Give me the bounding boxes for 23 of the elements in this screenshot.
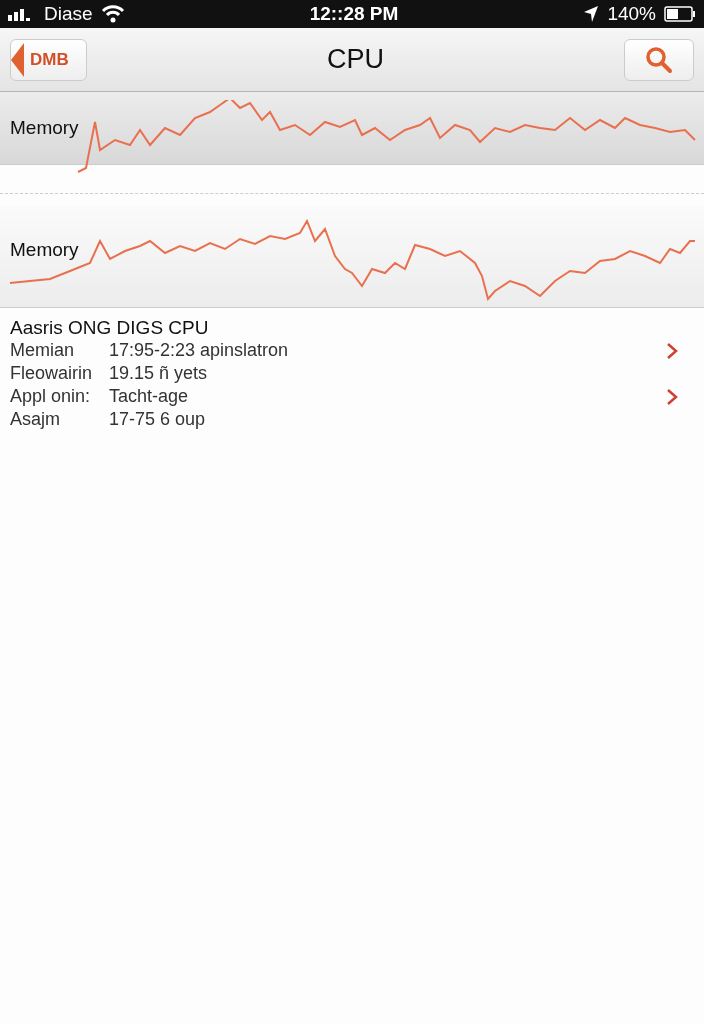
- chevron-right-icon[interactable]: [666, 341, 678, 360]
- graph-label: Memory: [10, 238, 79, 262]
- detail-label: Appl onin:: [10, 385, 92, 408]
- chevron-right-icon[interactable]: [666, 387, 678, 406]
- search-button[interactable]: [624, 38, 694, 81]
- search-icon: [645, 45, 673, 74]
- detail-heading: Aasris ONG DIGS CPU: [10, 316, 210, 339]
- detail-value: 19.15 ñ yets: [109, 362, 208, 385]
- screen-title: CPU: [327, 43, 384, 77]
- detail-label: Asajm: [10, 408, 61, 431]
- detail-value: 17:95-2:23 apinslatron: [109, 339, 289, 362]
- wifi-icon: [100, 5, 125, 23]
- location-arrow-icon: [583, 5, 600, 23]
- status-time: 12::28 PM: [309, 1, 399, 26]
- detail-value: 17-75 6 oup: [109, 408, 206, 431]
- carrier-name: Diase: [44, 1, 93, 26]
- detail-label: Memian: [10, 339, 76, 362]
- graph-label: Memory: [10, 116, 79, 140]
- back-button[interactable]: DMB: [10, 38, 87, 81]
- detail-value: Tacht-age: [109, 385, 189, 408]
- battery-percent: 140%: [607, 1, 656, 26]
- detail-label: Fleowairin: [10, 362, 94, 385]
- battery-icon: [664, 6, 696, 22]
